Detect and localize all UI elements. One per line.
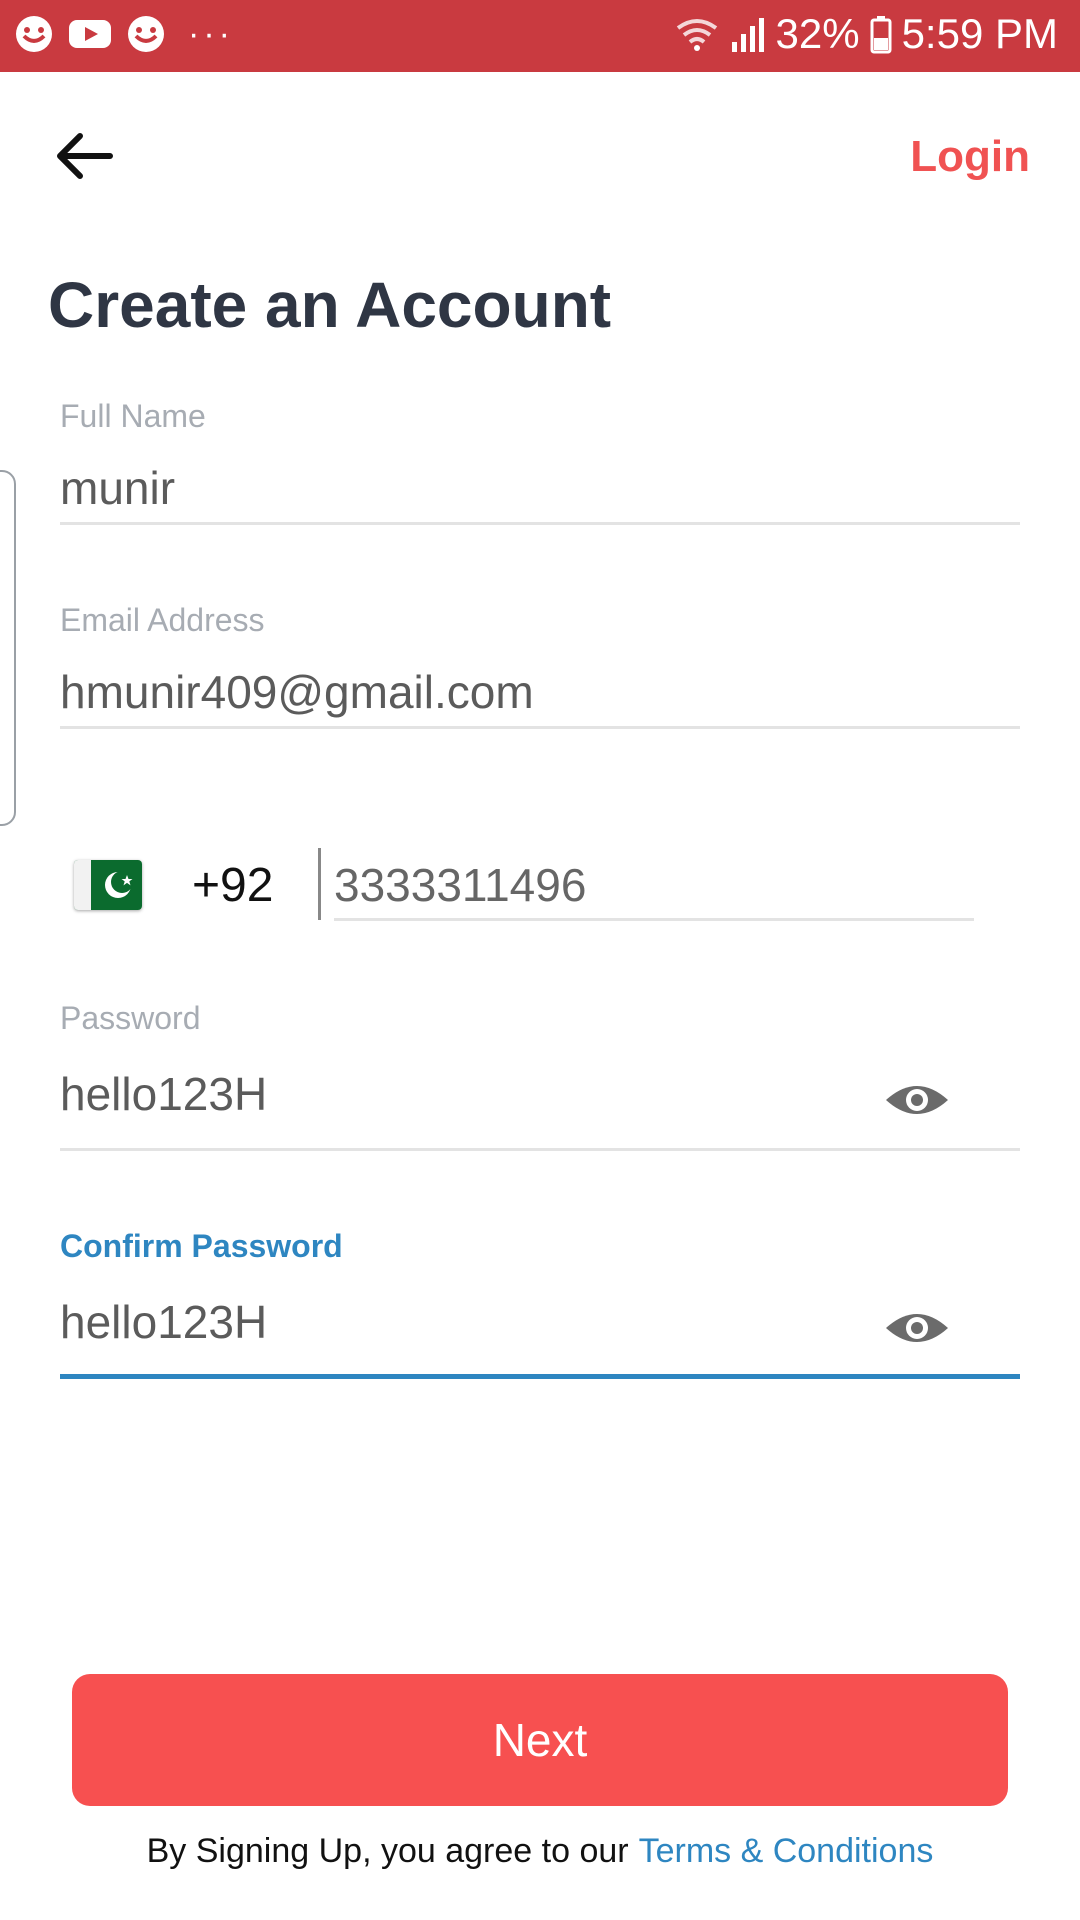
email-label: Email Address (60, 602, 265, 638)
confirm-password-field[interactable]: Confirm Password hello123H (60, 1228, 1020, 1380)
email-input[interactable]: hmunir409@gmail.com (60, 665, 1020, 719)
password-underline (60, 1148, 1020, 1151)
terms-notice: By Signing Up, you agree to our Terms & C… (0, 1832, 1080, 1871)
system-status: 32% 5:59 PM (674, 10, 1058, 58)
full-name-input[interactable]: munir (60, 461, 1020, 515)
eye-icon[interactable] (884, 1306, 950, 1350)
pakistan-flag-icon[interactable] (74, 860, 142, 910)
phone-divider (318, 848, 321, 920)
wifi-icon (676, 19, 717, 51)
clock: 5:59 PM (901, 10, 1058, 57)
phone-underline (334, 918, 974, 921)
status-bar: ··· 32% 5:59 PM (0, 0, 1080, 72)
more-notifications: ··· (188, 15, 234, 53)
confirm-password-input[interactable]: hello123H (60, 1295, 1020, 1349)
login-link[interactable]: Login (910, 132, 1030, 182)
battery-percent: 32% (775, 10, 860, 57)
password-input[interactable]: hello123H (60, 1067, 1020, 1121)
full-name-label: Full Name (60, 398, 206, 434)
next-button[interactable]: Next (72, 1674, 1008, 1806)
email-field[interactable]: Email Address hmunir409@gmail.com (60, 602, 1020, 732)
password-label: Password (60, 1000, 201, 1036)
password-field[interactable]: Password hello123H (60, 1000, 1020, 1152)
email-underline (60, 726, 1020, 729)
smiley-notification-icon (16, 16, 52, 52)
signal-icon (731, 18, 764, 52)
eye-icon[interactable] (884, 1078, 950, 1122)
full-name-underline (60, 522, 1020, 525)
side-edge-handle[interactable] (0, 470, 16, 826)
youtube-icon (69, 20, 111, 48)
notification-icons: ··· (14, 14, 234, 54)
full-name-field[interactable]: Full Name munir (60, 398, 1020, 528)
arrow-left-icon[interactable] (52, 128, 116, 184)
terms-link[interactable]: Terms & Conditions (639, 1832, 934, 1870)
confirm-password-label: Confirm Password (60, 1228, 343, 1264)
phone-input[interactable]: 3333311496 (334, 858, 586, 912)
next-button-label: Next (492, 1714, 588, 1766)
confirm-password-underline (60, 1374, 1020, 1379)
page-title: Create an Account (48, 269, 612, 341)
terms-prefix: By Signing Up, you agree to our (146, 1832, 629, 1870)
battery-icon (870, 16, 892, 54)
smiley-notification-icon (128, 16, 164, 52)
country-code[interactable]: +92 (192, 858, 273, 913)
